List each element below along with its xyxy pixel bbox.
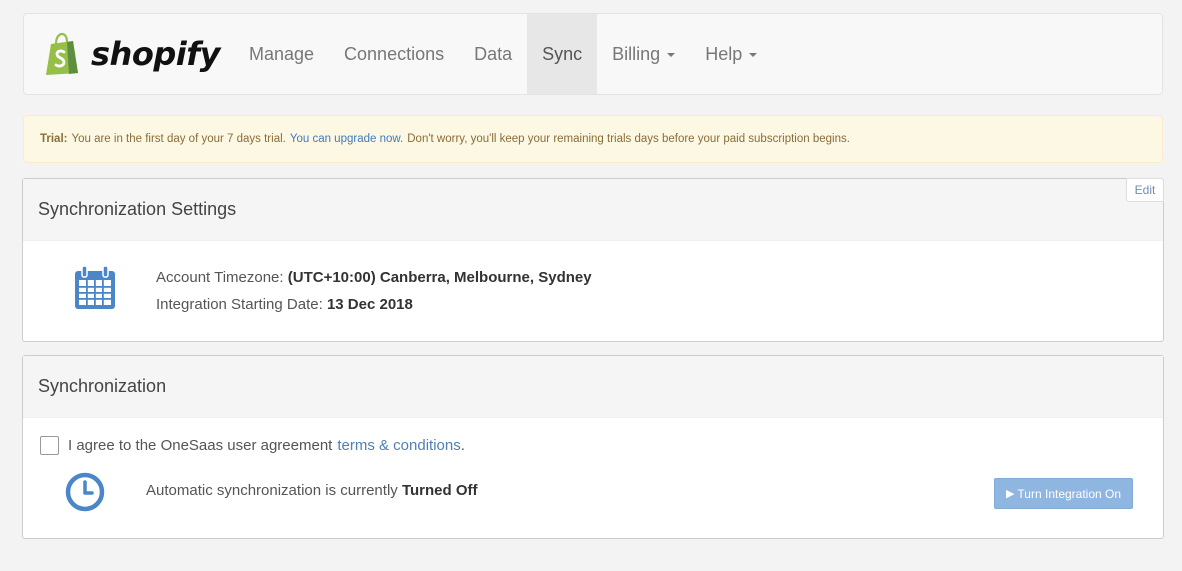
panel-body: I agree to the OneSaas user agreement te…: [23, 418, 1163, 538]
start-date-label: Integration Starting Date:: [156, 296, 323, 313]
panel-title: Synchronization: [38, 376, 167, 396]
trial-text: You are in the first day of your 7 days …: [71, 133, 286, 145]
trial-note: Don't worry, you'll keep your remaining …: [407, 133, 850, 145]
agree-text: I agree to the OneSaas user agreement: [68, 437, 333, 454]
upgrade-link[interactable]: You can upgrade now.: [290, 133, 403, 145]
brand-logo[interactable]: shopify: [24, 14, 234, 94]
trial-label: Trial:: [40, 133, 68, 145]
panel-heading: Synchronization: [23, 356, 1163, 418]
nav-manage[interactable]: Manage: [234, 14, 329, 94]
nav-label: Help: [705, 43, 743, 64]
start-date-value: 13 Dec 2018: [326, 296, 413, 313]
turn-integration-on-button[interactable]: ▶ Turn Integration On: [994, 478, 1133, 509]
nav-sync[interactable]: Sync: [527, 14, 598, 94]
timezone-row: Account Timezone: (UTC+10:00) Canberra, …: [156, 264, 592, 291]
button-label: Turn Integration On: [1017, 486, 1122, 501]
nav-label: Connections: [344, 43, 445, 64]
panel-title: Synchronization Settings: [38, 199, 237, 219]
nav-help-dropdown[interactable]: Help: [690, 14, 772, 94]
nav-label: Manage: [248, 43, 315, 64]
nav-label: Billing: [612, 43, 661, 64]
clock-icon: [65, 472, 105, 512]
timezone-value: (UTC+10:00) Canberra, Melbourne, Sydney: [287, 269, 592, 286]
nav-connections[interactable]: Connections: [329, 14, 459, 94]
trial-alert: Trial: You are in the first day of your …: [23, 115, 1163, 163]
calendar-icon: [75, 265, 115, 309]
caret-down-icon: [749, 53, 758, 57]
agreement-row: I agree to the OneSaas user agreement te…: [40, 436, 465, 455]
timezone-label: Account Timezone:: [156, 269, 284, 286]
play-icon: ▶: [1005, 488, 1015, 500]
synchronization-panel: Synchronization I agree to the OneSaas u…: [22, 355, 1164, 539]
agree-period: .: [460, 437, 465, 454]
settings-details: Account Timezone: (UTC+10:00) Canberra, …: [156, 264, 592, 318]
sync-status: Automatic synchronization is currently T…: [146, 482, 478, 499]
status-value: Turned Off: [401, 482, 478, 499]
top-navbar: shopify Manage Connections Data Sync Bil…: [23, 13, 1163, 95]
caret-down-icon: [667, 53, 676, 57]
shopify-bag-icon: [46, 32, 78, 75]
terms-link[interactable]: terms & conditions: [337, 437, 460, 454]
nav-data[interactable]: Data: [459, 14, 527, 94]
sync-settings-panel: Synchronization Settings Edit Account Ti…: [22, 178, 1164, 342]
nav-label: Sync: [542, 43, 583, 64]
nav-billing-dropdown[interactable]: Billing: [597, 14, 690, 94]
start-date-row: Integration Starting Date: 13 Dec 2018: [156, 291, 592, 318]
nav-label: Data: [474, 43, 513, 64]
panel-body: Account Timezone: (UTC+10:00) Canberra, …: [23, 241, 1163, 341]
brand-name: shopify: [91, 35, 220, 73]
panel-heading: Synchronization Settings: [23, 179, 1163, 241]
status-text: Automatic synchronization is currently: [146, 482, 398, 499]
agree-checkbox[interactable]: [40, 436, 59, 455]
edit-button[interactable]: Edit: [1126, 178, 1164, 202]
